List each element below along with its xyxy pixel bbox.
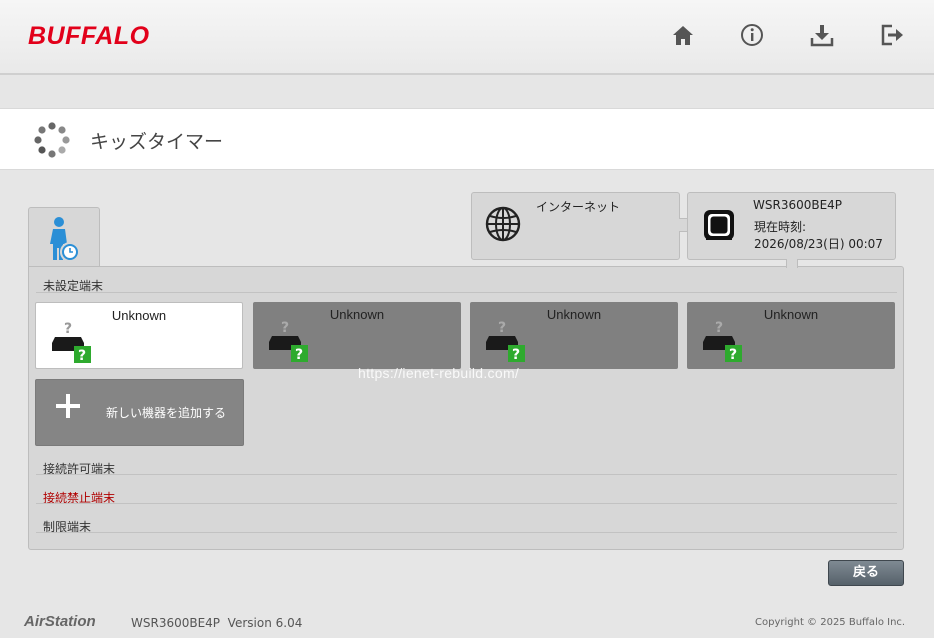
device-card[interactable]: Unknown ? ?: [35, 302, 243, 369]
svg-text:?: ?: [281, 320, 289, 336]
svg-text:?: ?: [78, 348, 86, 364]
svg-text:?: ?: [512, 347, 520, 363]
unknown-device-icon: ? ?: [486, 320, 525, 363]
device-card[interactable]: Unknown ? ?: [253, 302, 461, 369]
unknown-device-icon: ? ?: [269, 320, 308, 363]
svg-text:?: ?: [729, 347, 737, 363]
globe-icon: [485, 206, 521, 242]
svg-text:?: ?: [498, 320, 506, 336]
loading-gear-icon: [33, 121, 71, 159]
info-icon[interactable]: [739, 22, 765, 48]
svg-text:?: ?: [295, 347, 303, 363]
page-title-bar: キッズタイマー: [0, 108, 934, 170]
add-device-button[interactable]: 新しい機器を追加する: [35, 379, 244, 446]
add-device-label: 新しい機器を追加する: [106, 406, 227, 420]
divider: [36, 532, 897, 533]
internet-label: インターネット: [536, 200, 621, 214]
kids-timer-icon: [50, 217, 80, 262]
home-icon[interactable]: [670, 22, 696, 48]
kids-timer-tab[interactable]: [28, 207, 100, 267]
airstation-logo: AirStation: [24, 613, 96, 630]
svg-text:?: ?: [715, 320, 723, 336]
current-time-value: 2026/08/23(日) 00:07: [754, 237, 883, 251]
status-notch: [786, 259, 798, 268]
footer-model-version: WSR3600BE4P Version 6.04: [131, 616, 303, 630]
divider: [36, 474, 897, 475]
watermark-text: https://ienet-rebuild.com/: [358, 365, 520, 381]
router-model: WSR3600BE4P: [753, 198, 843, 212]
page-title: キッズタイマー: [90, 131, 224, 153]
svg-text:?: ?: [64, 321, 72, 337]
back-button[interactable]: 戻る: [828, 560, 904, 586]
download-icon[interactable]: [809, 22, 835, 48]
footer-copyright: Copyright © 2025 Buffalo Inc.: [755, 617, 906, 628]
current-time-label: 現在時刻:: [754, 220, 807, 234]
router-icon: [704, 210, 734, 240]
buffalo-logo: BUFFALO: [28, 22, 150, 50]
internet-status-box[interactable]: インターネット: [471, 192, 680, 260]
unknown-device-icon: ? ?: [52, 321, 91, 364]
router-status-box[interactable]: WSR3600BE4P 現在時刻: 2026/08/23(日) 00:07: [687, 192, 896, 260]
plus-icon: [54, 392, 82, 420]
divider: [36, 292, 897, 293]
device-card[interactable]: Unknown ? ?: [470, 302, 678, 369]
divider: [36, 503, 897, 504]
device-card[interactable]: Unknown ? ?: [687, 302, 895, 369]
header-bar: BUFFALO: [0, 0, 934, 75]
logout-icon[interactable]: [879, 22, 905, 48]
unknown-device-icon: ? ?: [703, 320, 742, 363]
